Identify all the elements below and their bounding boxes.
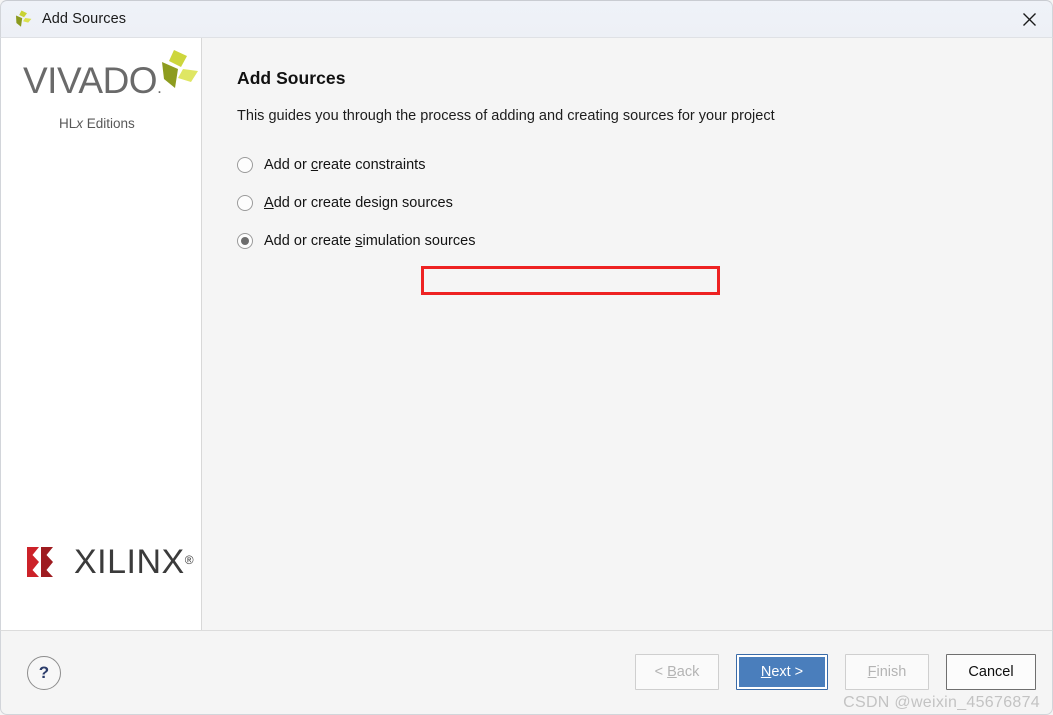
vivado-subtitle-prefix: HL — [59, 116, 77, 131]
question-mark-icon: ? — [38, 663, 50, 682]
add-sources-dialog: Add Sources VIVADO. HLx Editions XILINX®… — [0, 0, 1053, 715]
vivado-subtitle-italic: x — [76, 116, 84, 131]
branding-sidebar: VIVADO. HLx Editions XILINX® — [1, 38, 202, 630]
next-button[interactable]: Next > — [736, 653, 828, 690]
finish-button-label: Finish — [867, 663, 907, 680]
close-icon[interactable] — [1006, 1, 1052, 38]
radio-option-simulation-sources[interactable]: Add or create simulation sources — [237, 226, 475, 255]
vivado-subtitle-suffix: Editions — [83, 116, 135, 131]
xilinx-logo: XILINX® — [26, 542, 194, 582]
radio-option-design-sources[interactable]: Add or create design sources — [237, 188, 453, 217]
radio-option-label: Add or create simulation sources — [264, 232, 476, 249]
vivado-logo: VIVADO. HLx Editions — [23, 50, 198, 145]
button-bar: < Back Next > Finish Cancel — [635, 653, 1036, 690]
radio-indicator[interactable] — [237, 194, 253, 211]
radio-option-label: Add or create design sources — [264, 194, 453, 211]
dialog-footer: ? < Back Next > Finish Cancel CSDN @weix… — [0, 630, 1053, 715]
vivado-logo-icon — [13, 9, 33, 29]
radio-option-label: Add or create constraints — [264, 156, 426, 173]
xilinx-x-icon — [26, 546, 60, 578]
xilinx-registered-mark: ® — [184, 553, 194, 567]
back-button-label: < Back — [654, 663, 700, 680]
next-button-label: Next > — [760, 663, 804, 680]
vivado-wordmark-text: VIVADO — [23, 60, 158, 101]
title-bar: Add Sources — [0, 0, 1053, 38]
radio-indicator[interactable] — [237, 232, 253, 249]
vivado-pinwheel-icon — [157, 48, 199, 92]
main-content: Add Sources This guides you through the … — [202, 38, 1052, 630]
radio-option-constraints[interactable]: Add or create constraints — [237, 150, 425, 179]
annotation-highlight-box — [421, 266, 720, 295]
xilinx-wordmark: XILINX® — [74, 545, 194, 579]
back-button[interactable]: < Back — [635, 653, 719, 690]
finish-button[interactable]: Finish — [845, 653, 929, 690]
window-title: Add Sources — [42, 11, 127, 27]
dialog-body: VIVADO. HLx Editions XILINX® Add Sources… — [0, 38, 1053, 630]
page-subtitle: This guides you through the process of a… — [237, 108, 775, 124]
watermark: CSDN @weixin_45676874 — [843, 694, 1040, 711]
page-title: Add Sources — [237, 68, 346, 88]
help-button[interactable]: ? — [27, 655, 61, 690]
cancel-button[interactable]: Cancel — [946, 653, 1036, 690]
vivado-subtitle: HLx Editions — [59, 116, 183, 131]
source-type-radio-group: Add or create constraints Add or create … — [237, 150, 1052, 255]
xilinx-wordmark-text: XILINX — [74, 543, 185, 581]
radio-indicator[interactable] — [237, 156, 253, 173]
cancel-button-label: Cancel — [968, 663, 1014, 680]
